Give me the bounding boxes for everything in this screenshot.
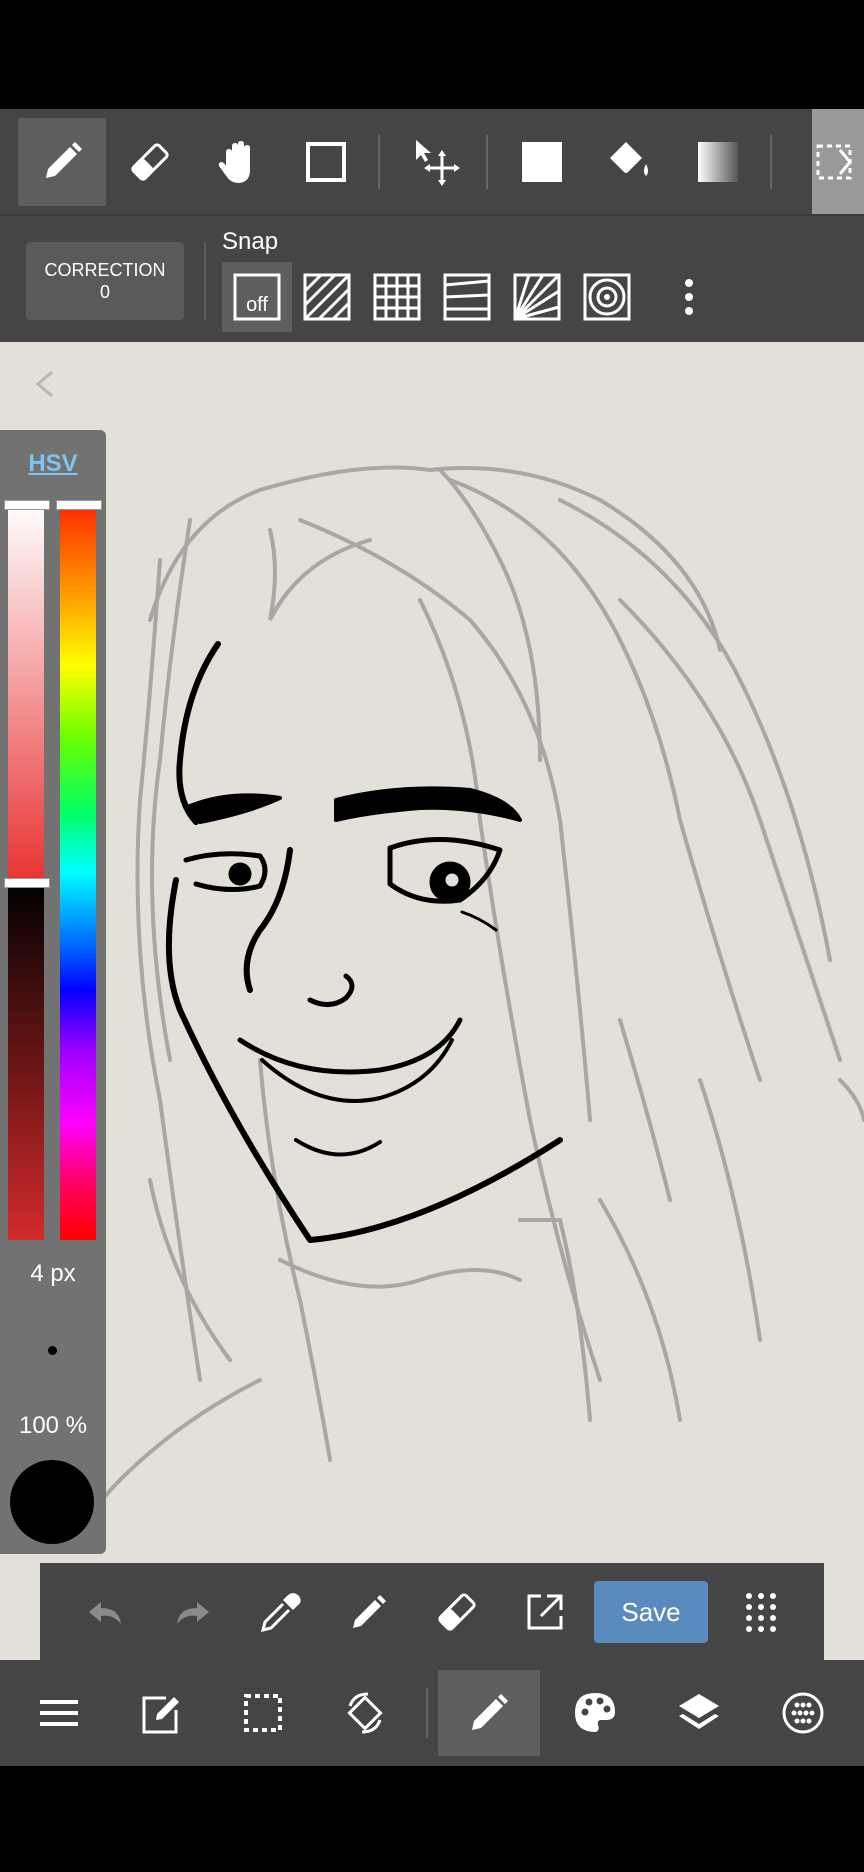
paint-bucket-icon <box>610 142 648 176</box>
snap-perspective-button[interactable] <box>432 262 502 332</box>
hsv-tab[interactable]: HSV <box>0 450 106 478</box>
move-icon <box>416 140 460 186</box>
layers-icon <box>679 1694 719 1729</box>
hand-tool-button[interactable] <box>194 118 282 206</box>
action-bar: Save <box>40 1563 824 1660</box>
perspective-lines-icon <box>443 273 491 321</box>
correction-button[interactable]: CORRECTION 0 <box>26 242 184 320</box>
snap-concentric-button[interactable] <box>572 262 642 332</box>
transform-button[interactable] <box>314 1670 416 1756</box>
snap-off-text: off <box>246 294 268 316</box>
snap-off-button[interactable]: off <box>222 262 292 332</box>
fill-square-tool-button[interactable] <box>498 118 586 206</box>
radial-lines-icon <box>513 273 561 321</box>
collapse-panel-chevron-icon[interactable] <box>26 364 66 404</box>
toolbar-scroll-more-button[interactable] <box>812 109 864 214</box>
edit-icon <box>142 1696 179 1734</box>
snap-grid-button[interactable] <box>362 262 432 332</box>
concentric-circles-icon <box>583 273 631 321</box>
layers-button[interactable] <box>648 1670 750 1756</box>
current-color-swatch[interactable] <box>10 1460 94 1544</box>
snap-more-button[interactable] <box>644 262 714 332</box>
saturation-value-slider[interactable] <box>4 500 50 1240</box>
selection-button[interactable] <box>212 1670 314 1756</box>
pen-icon <box>353 1595 386 1628</box>
snap-off-icon: off <box>233 273 281 321</box>
rectangle-icon <box>306 142 346 182</box>
tool-bar <box>0 109 864 214</box>
menu-icon <box>40 1700 78 1726</box>
pen-icon <box>46 142 82 178</box>
palette-icon <box>575 1693 615 1732</box>
eraser-icon <box>438 1593 476 1631</box>
filled-square-icon <box>522 142 562 182</box>
more-vertical-icon <box>685 279 693 315</box>
pen-quick-button[interactable] <box>334 1577 404 1647</box>
pen-tool-button[interactable] <box>18 118 106 206</box>
saturation-gradient <box>8 504 44 882</box>
edit-button[interactable] <box>110 1670 212 1756</box>
hue-gradient <box>60 504 96 1240</box>
eraser-icon <box>131 143 169 181</box>
export-button[interactable] <box>510 1577 580 1647</box>
eraser-tool-button[interactable] <box>106 118 194 206</box>
brush-size-label[interactable]: 4 px <box>0 1260 106 1288</box>
nav-divider <box>426 1688 428 1738</box>
correction-label: CORRECTION <box>44 260 166 280</box>
undo-icon <box>89 1602 121 1624</box>
parallel-lines-icon <box>303 273 351 321</box>
undo-button[interactable] <box>70 1577 140 1647</box>
bucket-tool-button[interactable] <box>586 118 674 206</box>
redo-icon <box>177 1602 209 1624</box>
eyedropper-icon <box>260 1593 301 1633</box>
toolbar-divider <box>378 135 380 189</box>
redo-button[interactable] <box>158 1577 228 1647</box>
dots-grid-icon <box>746 1593 776 1632</box>
brush-size-preview <box>48 1346 57 1355</box>
system-nav-bar <box>0 1766 864 1872</box>
selection-icon <box>244 1694 282 1732</box>
rectangle-tool-button[interactable] <box>282 118 370 206</box>
gradient-tool-button[interactable] <box>674 118 762 206</box>
sketch-artwork <box>78 465 864 1542</box>
bottom-nav <box>0 1660 864 1766</box>
palette-button[interactable] <box>544 1670 646 1756</box>
status-bar <box>0 0 864 109</box>
selection-chevron-icon <box>816 144 852 179</box>
more-grid-button[interactable] <box>726 1577 796 1647</box>
color-panel: HSV 4 px 100 % <box>0 430 106 1554</box>
drawing-canvas[interactable] <box>0 342 864 1660</box>
hand-icon <box>218 141 250 183</box>
eraser-quick-button[interactable] <box>422 1577 492 1647</box>
materials-button[interactable] <box>752 1670 854 1756</box>
grid-icon <box>373 273 421 321</box>
toolbar-divider <box>486 135 488 189</box>
menu-button[interactable] <box>8 1670 110 1756</box>
open-external-icon <box>527 1594 563 1630</box>
brush-opacity-label[interactable]: 100 % <box>0 1412 106 1440</box>
rotate-canvas-icon <box>347 1692 383 1734</box>
saturation-handle[interactable] <box>4 500 50 510</box>
brush-button[interactable] <box>438 1670 540 1756</box>
correction-value: 0 <box>99 282 110 302</box>
value-gradient <box>8 882 44 1240</box>
eyedropper-button[interactable] <box>246 1577 316 1647</box>
save-button[interactable]: Save <box>594 1581 708 1643</box>
snap-parallel-button[interactable] <box>292 262 362 332</box>
brush-icon <box>472 1694 508 1730</box>
move-tool-button[interactable] <box>392 118 480 206</box>
toolbar-divider <box>770 135 772 189</box>
value-handle[interactable] <box>4 878 50 888</box>
materials-icon <box>782 1692 824 1734</box>
gradient-icon <box>698 142 738 182</box>
snap-divider <box>204 242 206 320</box>
snap-label: Snap <box>222 228 279 255</box>
hue-handle[interactable] <box>56 500 102 510</box>
snap-bar: CORRECTION 0 Snap off <box>0 214 864 344</box>
hue-slider[interactable] <box>56 500 102 1240</box>
snap-radial-lines-button[interactable] <box>502 262 572 332</box>
